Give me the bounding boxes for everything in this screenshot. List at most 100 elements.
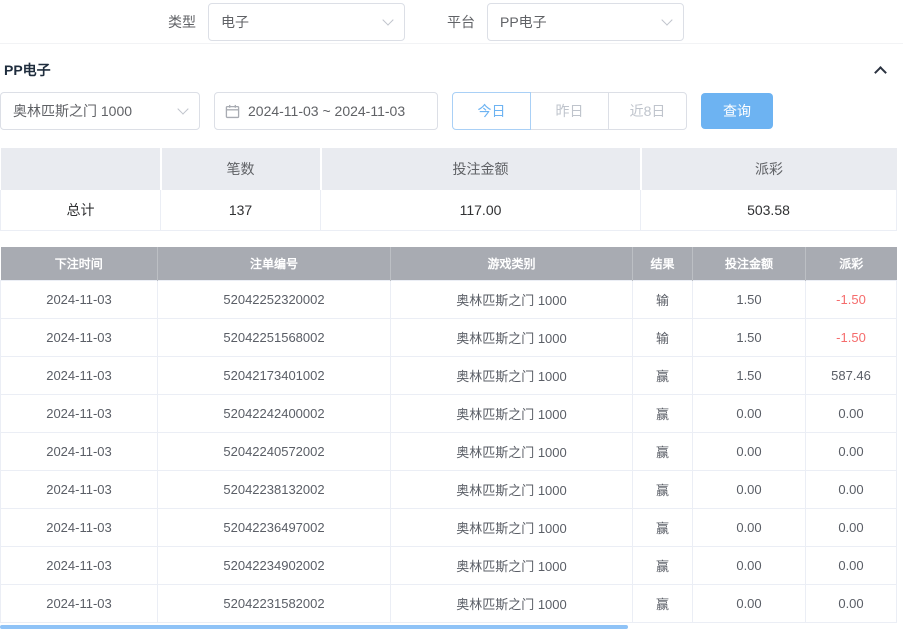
game-cell: 奥林匹斯之门 1000 [391,509,633,547]
bet-no-cell: 52042238132002 [158,471,391,509]
game-select[interactable]: 奥林匹斯之门 1000 [0,92,200,130]
bet-time-cell: 2024-11-03 [1,585,158,623]
summary-header-amount: 投注金额 [321,148,641,190]
bet-time-cell: 2024-11-03 [1,395,158,433]
type-select[interactable]: 电子 [208,3,405,41]
payout-cell: 0.00 [806,585,897,623]
table-row: 2024-11-0352042173401002奥林匹斯之门 1000赢1.50… [1,357,897,395]
payout-cell: 0.00 [806,395,897,433]
bets-header-payout: 派彩 [806,247,897,281]
chevron-down-icon [177,103,188,114]
payout-cell: 0.00 [806,547,897,585]
bet-amount-cell: 0.00 [693,509,806,547]
platform-label: 平台 [447,12,475,32]
bet-amount-cell: 1.50 [693,319,806,357]
type-filter: 类型 电子 [168,3,405,41]
result-cell: 输 [633,319,693,357]
toolbar: 奥林匹斯之门 1000 2024-11-03 ~ 2024-11-03 今日 昨… [0,92,903,130]
bet-no-cell: 52042252320002 [158,281,391,319]
game-cell: 奥林匹斯之门 1000 [391,547,633,585]
game-select-value: 奥林匹斯之门 1000 [13,101,132,121]
summary-amount-value: 117.00 [321,190,641,230]
bet-amount-cell: 0.00 [693,471,806,509]
bet-no-cell: 52042242400002 [158,395,391,433]
result-cell: 赢 [633,471,693,509]
bet-time-cell: 2024-11-03 [1,319,158,357]
game-cell: 奥林匹斯之门 1000 [391,433,633,471]
type-label: 类型 [168,12,196,32]
summary-header-row: 笔数 投注金额 派彩 [1,148,897,190]
bet-amount-cell: 1.50 [693,281,806,319]
platform-filter: 平台 PP电子 [447,3,684,41]
bet-time-cell: 2024-11-03 [1,509,158,547]
bets-header-betno: 注单编号 [158,247,391,281]
result-cell: 赢 [633,433,693,471]
bet-no-cell: 52042173401002 [158,357,391,395]
bets-header-result: 结果 [633,247,693,281]
game-cell: 奥林匹斯之门 1000 [391,471,633,509]
top-filter-bar: 类型 电子 平台 PP电子 [0,0,903,44]
platform-select-value: PP电子 [500,12,547,32]
bet-no-cell: 52042251568002 [158,319,391,357]
bets-table-body: 2024-11-0352042252320002奥林匹斯之门 1000输1.50… [1,281,897,623]
payout-cell: -1.50 [806,281,897,319]
summary-total-label: 总计 [1,190,161,230]
table-row: 2024-11-0352042251568002奥林匹斯之门 1000输1.50… [1,319,897,357]
table-row: 2024-11-0352042252320002奥林匹斯之门 1000输1.50… [1,281,897,319]
bet-amount-cell: 1.50 [693,357,806,395]
game-cell: 奥林匹斯之门 1000 [391,281,633,319]
summary-header-payout: 派彩 [641,148,897,190]
table-row: 2024-11-0352042242400002奥林匹斯之门 1000赢0.00… [1,395,897,433]
bet-time-cell: 2024-11-03 [1,281,158,319]
summary-total-row: 总计 137 117.00 503.58 [1,190,897,230]
bet-amount-cell: 0.00 [693,547,806,585]
result-cell: 输 [633,281,693,319]
result-cell: 赢 [633,547,693,585]
bets-header-time: 下注时间 [1,247,158,281]
platform-select[interactable]: PP电子 [487,3,684,41]
result-cell: 赢 [633,509,693,547]
quick-range-last8days-button[interactable]: 近8日 [608,92,687,130]
table-row: 2024-11-0352042231582002奥林匹斯之门 1000赢0.00… [1,585,897,623]
bets-header-amount: 投注金额 [693,247,806,281]
result-cell: 赢 [633,395,693,433]
chevron-down-icon [382,14,393,25]
chevron-up-icon[interactable] [874,66,887,79]
quick-range-yesterday-button[interactable]: 昨日 [530,92,609,130]
game-cell: 奥林匹斯之门 1000 [391,357,633,395]
bets-table: 下注时间 注单编号 游戏类别 结果 投注金额 派彩 2024-11-035204… [0,247,897,624]
search-button[interactable]: 查询 [701,93,773,129]
bets-header-row: 下注时间 注单编号 游戏类别 结果 投注金额 派彩 [1,247,897,281]
bet-no-cell: 52042240572002 [158,433,391,471]
bet-no-cell: 52042231582002 [158,585,391,623]
bets-header-game: 游戏类别 [391,247,633,281]
game-cell: 奥林匹斯之门 1000 [391,585,633,623]
quick-range-group: 今日 昨日 近8日 [452,92,687,130]
bet-no-cell: 52042236497002 [158,509,391,547]
summary-count-value: 137 [161,190,321,230]
bet-amount-cell: 0.00 [693,395,806,433]
table-row: 2024-11-0352042238132002奥林匹斯之门 1000赢0.00… [1,471,897,509]
summary-table: 笔数 投注金额 派彩 总计 137 117.00 503.58 [0,148,897,231]
game-cell: 奥林匹斯之门 1000 [391,319,633,357]
quick-range-today-button[interactable]: 今日 [452,92,531,130]
bet-time-cell: 2024-11-03 [1,547,158,585]
game-cell: 奥林匹斯之门 1000 [391,395,633,433]
section-header: PP电子 [0,50,903,90]
table-row: 2024-11-0352042236497002奥林匹斯之门 1000赢0.00… [1,509,897,547]
page: 类型 电子 平台 PP电子 PP电子 奥林匹斯之门 1000 [0,0,903,629]
table-row: 2024-11-0352042240572002奥林匹斯之门 1000赢0.00… [1,433,897,471]
bet-amount-cell: 0.00 [693,433,806,471]
type-select-value: 电子 [221,12,249,32]
result-cell: 赢 [633,357,693,395]
date-range-picker[interactable]: 2024-11-03 ~ 2024-11-03 [214,92,438,130]
bet-amount-cell: 0.00 [693,585,806,623]
result-cell: 赢 [633,585,693,623]
horizontal-scrollbar-thumb[interactable] [0,625,628,629]
bet-time-cell: 2024-11-03 [1,471,158,509]
summary-header-count: 笔数 [161,148,321,190]
payout-cell: 587.46 [806,357,897,395]
summary-payout-value: 503.58 [641,190,897,230]
payout-cell: 0.00 [806,509,897,547]
payout-cell: 0.00 [806,471,897,509]
